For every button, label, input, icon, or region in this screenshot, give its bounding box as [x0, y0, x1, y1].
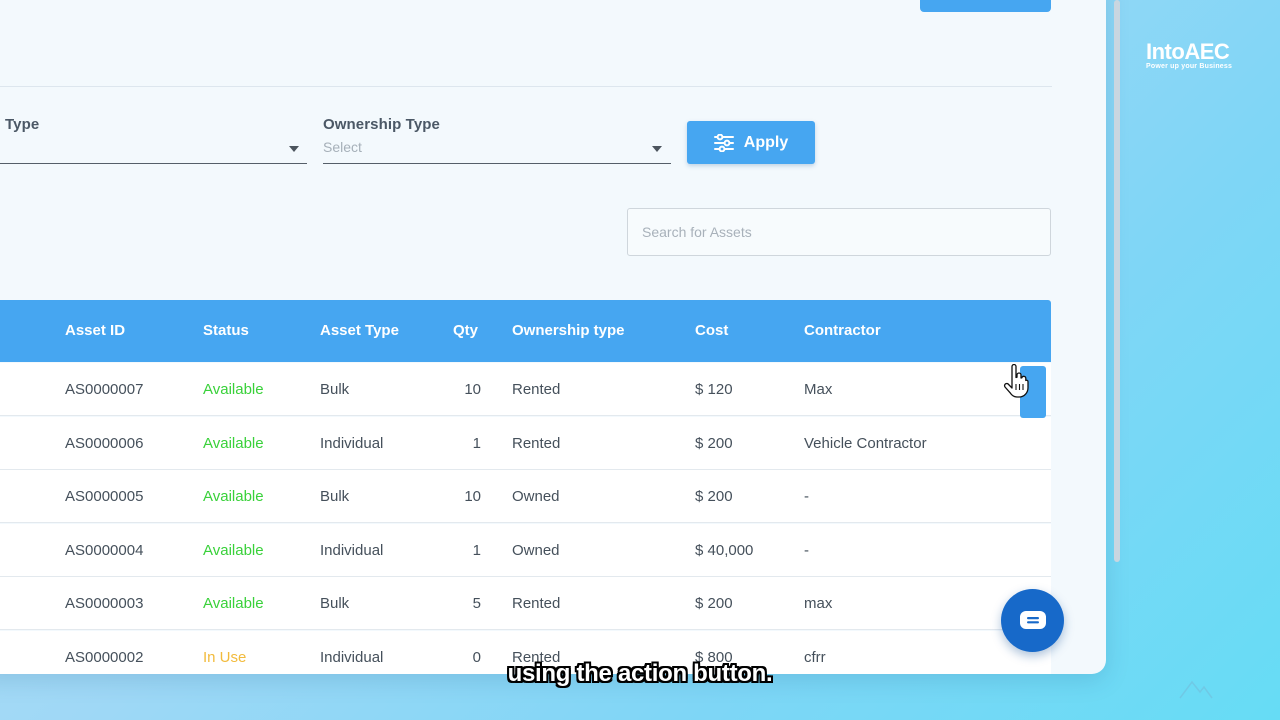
cell-asset-id: AS0000004	[65, 542, 144, 559]
app-window: Type t Ownership Type Select Apply Asset…	[0, 0, 1106, 674]
cell-cost: $ 120	[695, 381, 733, 398]
ownership-type-underline	[323, 163, 671, 164]
column-qty[interactable]: Qty	[453, 300, 478, 362]
logo-brand: IntoAEC	[1146, 39, 1230, 64]
cell-contractor: max	[804, 595, 833, 612]
column-asset-id[interactable]: Asset ID	[65, 300, 125, 362]
column-asset-type[interactable]: Asset Type	[320, 300, 399, 362]
ownership-type-label: Ownership Type	[323, 116, 440, 133]
cell-asset-type: Individual	[320, 542, 384, 559]
cell-contractor: -	[804, 488, 809, 505]
chevron-down-icon	[289, 146, 299, 152]
table-row[interactable]: AS0000004 Available Individual 1 Owned $…	[0, 524, 1051, 577]
cell-cost: $ 40,000	[695, 542, 754, 559]
cell-cost: $ 200	[695, 488, 733, 505]
apply-label: Apply	[743, 133, 789, 151]
top-action-button[interactable]	[920, 0, 1051, 12]
cell-asset-id: AS0000006	[65, 435, 144, 452]
ownership-type-filter[interactable]: Ownership Type Select	[323, 114, 671, 166]
cell-cost: $ 200	[695, 435, 733, 452]
chevron-down-icon	[652, 146, 662, 152]
cell-contractor: Vehicle Contractor	[804, 435, 927, 452]
cell-ownership: Owned	[512, 542, 560, 559]
header-divider	[0, 86, 1052, 87]
column-contractor[interactable]: Contractor	[804, 300, 881, 362]
search-input[interactable]	[627, 208, 1051, 256]
table-row[interactable]: AS0000006 Available Individual 1 Rented …	[0, 417, 1051, 470]
cell-contractor: -	[804, 542, 809, 559]
apply-button[interactable]: Apply	[687, 121, 815, 164]
asset-type-filter[interactable]: Type t	[0, 114, 307, 166]
cell-cost: $ 200	[695, 595, 733, 612]
table-row[interactable]: AS0000005 Available Bulk 10 Owned $ 200 …	[0, 470, 1051, 523]
cell-asset-type: Individual	[320, 435, 384, 452]
column-cost[interactable]: Cost	[695, 300, 728, 362]
hand-pointer-icon	[1003, 364, 1029, 398]
scrollbar[interactable]	[1114, 0, 1120, 562]
cell-qty: 1	[472, 435, 481, 452]
cell-ownership: Rented	[512, 381, 561, 398]
column-status[interactable]: Status	[203, 300, 249, 362]
table-header: Asset ID Status Asset Type Qty Ownership…	[0, 300, 1051, 362]
cell-ownership: Owned	[512, 488, 560, 505]
table-row[interactable]: AS0000007 Available Bulk 10 Rented $ 120…	[0, 363, 1051, 416]
cell-contractor: Max	[804, 381, 833, 398]
table-row[interactable]: AS0000003 Available Bulk 5 Rented $ 200 …	[0, 577, 1051, 630]
cell-ownership: Rented	[512, 435, 561, 452]
column-ownership-type[interactable]: Ownership type	[512, 300, 625, 362]
cell-asset-type: Bulk	[320, 488, 350, 505]
cell-asset-id: AS0000003	[65, 595, 144, 612]
sliders-icon	[713, 133, 734, 152]
cell-ownership: Rented	[512, 595, 561, 612]
video-caption: using the action button.	[507, 660, 773, 687]
logo-tagline: Power up your Business	[1146, 63, 1233, 70]
cell-qty: 10	[464, 381, 481, 398]
chat-bubble-icon	[1019, 610, 1046, 629]
asset-type-label: Type	[5, 116, 40, 133]
cell-asset-id: AS0000007	[65, 381, 144, 398]
chat-button[interactable]	[1001, 589, 1064, 652]
cell-qty: 1	[472, 542, 481, 559]
status-badge: Available	[203, 595, 264, 612]
cell-asset-type: Bulk	[320, 381, 350, 398]
cell-asset-id: AS0000005	[65, 488, 144, 505]
ownership-type-value: Select	[323, 139, 362, 155]
status-badge: Available	[203, 435, 264, 452]
cell-asset-type: Bulk	[320, 595, 350, 612]
status-badge: Available	[203, 381, 264, 398]
cell-qty: 5	[472, 595, 481, 612]
status-badge: Available	[203, 542, 264, 559]
brand-logo: IntoAEC Power up your Business	[1146, 39, 1233, 71]
cell-qty: 10	[464, 488, 481, 505]
status-badge: Available	[203, 488, 264, 505]
asset-type-underline	[0, 163, 307, 164]
